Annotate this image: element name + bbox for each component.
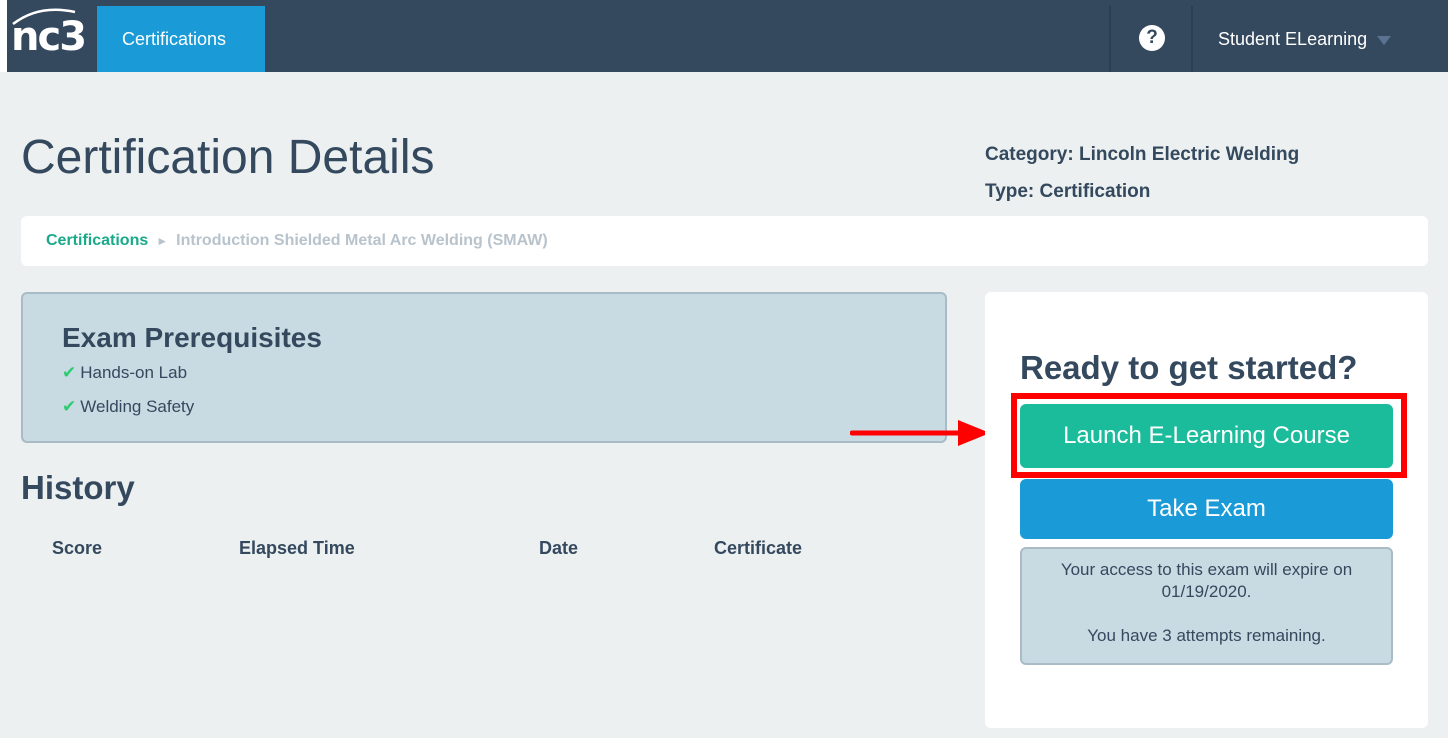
- logo-swoosh-icon: [12, 8, 76, 25]
- certification-meta: Category: Lincoln Electric Welding Type:…: [985, 143, 1299, 217]
- highlight-box: [1011, 393, 1407, 478]
- prerequisites-title: Exam Prerequisites: [62, 322, 322, 353]
- notice-expire-text: Your access to this exam will expire on: [1060, 560, 1353, 579]
- user-menu[interactable]: Student ELearning: [1218, 6, 1392, 72]
- red-arrow-icon: [850, 420, 990, 446]
- user-name: Student ELearning: [1218, 29, 1368, 49]
- column-header-elapsed-time: Elapsed Time: [239, 538, 355, 558]
- notice-spacer: [1022, 603, 1391, 625]
- column-header-date: Date: [539, 538, 579, 558]
- breadcrumb-link-certifications[interactable]: Certifications: [46, 232, 148, 249]
- access-notice: Your access to this exam will expire on …: [1020, 547, 1393, 665]
- ready-heading: Ready to get started?: [1020, 349, 1358, 386]
- nc3-logo[interactable]: nc3: [7, 6, 97, 68]
- notice-attempts-text: You have 3 attempts remaining.: [1087, 626, 1326, 645]
- breadcrumb: Certifications ► Introduction Shielded Met…: [21, 216, 1428, 266]
- checkmark-icon: ✔: [62, 363, 77, 382]
- column-header-score: Score: [52, 538, 103, 558]
- take-exam-button[interactable]: Take Exam: [1020, 479, 1393, 539]
- exam-prerequisites-box: Exam Prerequisites ✔ Hands-on Lab ✔ Weldin…: [21, 292, 947, 443]
- breadcrumb-current: Introduction Shielded Metal Arc Welding …: [176, 232, 548, 249]
- prerequisite-item: ✔ Welding Safety: [62, 396, 945, 430]
- nav-divider: [1191, 6, 1193, 72]
- category-label: Category: Lincoln Electric Welding: [985, 144, 1300, 165]
- nav-divider: [1109, 6, 1111, 72]
- column-header-certificate: Certificate: [714, 538, 803, 558]
- top-navbar: nc3 Certifications ? Student ELearning: [0, 0, 1448, 72]
- prerequisite-label: Welding Safety: [80, 397, 195, 416]
- navbar-edge: [0, 0, 7, 72]
- breadcrumb-arrow-icon: ►: [156, 234, 169, 248]
- prerequisite-item: ✔ Hands-on Lab: [62, 362, 945, 396]
- history-title: History: [21, 469, 135, 506]
- checkmark-icon: ✔: [62, 397, 77, 416]
- prerequisite-label: Hands-on Lab: [80, 363, 188, 382]
- type-label: Type: Certification: [985, 181, 1151, 202]
- help-icon[interactable]: ?: [1139, 25, 1165, 51]
- nav-tab-certifications[interactable]: Certifications: [97, 6, 265, 72]
- caret-down-icon: [1377, 35, 1392, 45]
- page-title: Certification Details: [21, 131, 435, 184]
- notice-expire-date: 01/19/2020.: [1161, 582, 1252, 601]
